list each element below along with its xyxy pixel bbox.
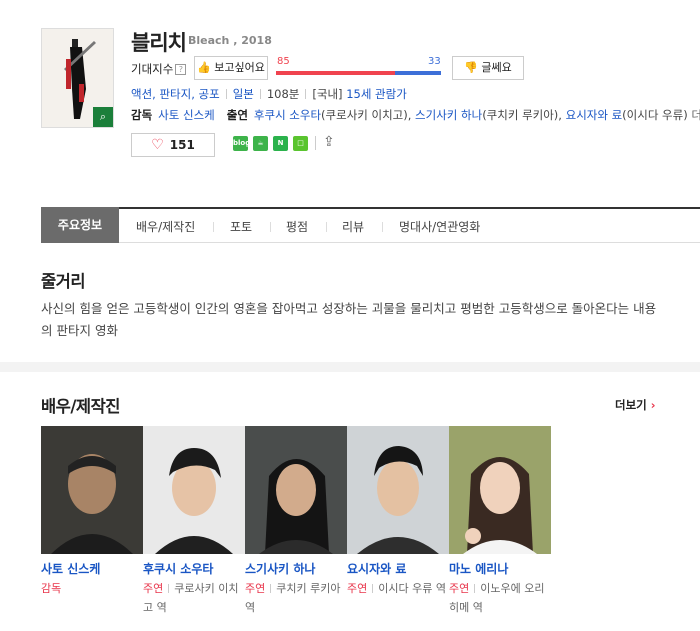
blog-icon[interactable]: blog bbox=[233, 136, 250, 151]
want-bar bbox=[276, 71, 395, 75]
like-button[interactable]: ♡ 151 bbox=[131, 133, 215, 157]
person-role-type: 감독 bbox=[41, 582, 62, 595]
cast-more-link[interactable]: 더보기 › bbox=[615, 397, 656, 413]
movie-title: 블리치 bbox=[131, 31, 187, 55]
want-button[interactable]: 👍 보고싶어요 bbox=[194, 56, 268, 80]
section-divider bbox=[0, 362, 700, 372]
runtime: 108분 bbox=[266, 87, 300, 101]
cast-link-2[interactable]: 스기사키 하나 bbox=[415, 108, 482, 122]
person-role: 이시다 우류 역 bbox=[378, 582, 446, 595]
credits-more-link[interactable]: 더보기 bbox=[691, 108, 700, 122]
cast-link-1[interactable]: 후쿠시 소우타 bbox=[254, 108, 321, 122]
plot-text: 사신의 힘을 얻은 고등학생이 인간의 영혼을 잡아먹고 성장하는 괴물을 물리… bbox=[41, 301, 657, 338]
zoom-icon[interactable]: ⌕ bbox=[93, 107, 113, 127]
cast-more-label: 더보기 bbox=[615, 398, 647, 412]
person-name[interactable]: 마노 에리나 bbox=[449, 560, 551, 577]
person-name[interactable]: 후쿠시 소우타 bbox=[143, 560, 245, 577]
help-icon[interactable]: ? bbox=[175, 64, 187, 75]
director-link[interactable]: 사토 신스케 bbox=[158, 108, 215, 122]
genre-link[interactable]: 액션, 판타지, 공포 bbox=[131, 87, 220, 101]
want-button-label: 보고싶어요 bbox=[214, 61, 265, 74]
divider bbox=[315, 136, 316, 150]
like-count: 151 bbox=[169, 138, 195, 152]
person-name[interactable]: 요시자와 료 bbox=[347, 560, 449, 577]
cast-role-2: (쿠치키 루키아), bbox=[482, 108, 562, 122]
doubt-button-label: 글쎄요 bbox=[481, 61, 512, 74]
tab-photo[interactable]: 포토 bbox=[230, 218, 252, 235]
tab-bar: 주요정보 배우/제작진 포토 평점 리뷰 명대사/연관영화 bbox=[41, 207, 700, 243]
person-photo[interactable] bbox=[449, 426, 551, 554]
cast-card[interactable]: 후쿠시 소우타 주연 쿠로사키 이치고 역 bbox=[143, 426, 245, 617]
tab-review[interactable]: 리뷰 bbox=[342, 218, 364, 235]
want-score: 85 bbox=[277, 56, 290, 67]
person-role-type: 주연 bbox=[347, 582, 368, 595]
share-icon[interactable]: ⇪ bbox=[323, 134, 335, 150]
cast-label: 출연 bbox=[226, 108, 248, 122]
rating-link[interactable]: 15세 관람가 bbox=[346, 87, 407, 101]
expect-label: 기대지수? bbox=[131, 61, 187, 77]
tab-main-info[interactable]: 주요정보 bbox=[41, 207, 119, 243]
movie-poster[interactable]: ⌕ bbox=[41, 28, 114, 128]
doubt-bar bbox=[395, 71, 441, 75]
cast-heading: 배우/제작진 bbox=[41, 397, 120, 416]
tab-cast[interactable]: 배우/제작진 bbox=[136, 218, 195, 235]
cast-card[interactable]: 사토 신스케 감독 bbox=[41, 426, 143, 598]
memo-icon[interactable]: □ bbox=[293, 136, 308, 151]
cast-link-3[interactable]: 요시자와 료 bbox=[566, 108, 623, 122]
movie-subtitle: Bleach , 2018 bbox=[188, 34, 272, 47]
tab-quotes[interactable]: 명대사/연관영화 bbox=[399, 218, 480, 235]
thumbs-down-icon: 👎 bbox=[464, 61, 478, 74]
person-role-type: 주연 bbox=[449, 582, 470, 595]
cast-role-1: (쿠로사키 이치고), bbox=[321, 108, 412, 122]
rating-prefix: [국내] bbox=[312, 87, 343, 101]
person-photo[interactable] bbox=[245, 426, 347, 554]
cast-role-3: (이시다 우류) bbox=[622, 108, 688, 122]
person-role-type: 주연 bbox=[143, 582, 164, 595]
person-photo[interactable] bbox=[143, 426, 245, 554]
doubt-score: 33 bbox=[428, 56, 441, 67]
expect-label-text: 기대지수 bbox=[131, 62, 174, 76]
person-photo[interactable] bbox=[347, 426, 449, 554]
band-icon[interactable]: N bbox=[273, 136, 288, 151]
doubt-button[interactable]: 👎 글쎄요 bbox=[452, 56, 524, 80]
cafe-icon[interactable]: ☕ bbox=[253, 136, 268, 151]
heart-icon: ♡ bbox=[151, 137, 164, 153]
person-name[interactable]: 스기사키 하나 bbox=[245, 560, 347, 577]
person-photo[interactable] bbox=[41, 426, 143, 554]
person-name[interactable]: 사토 신스케 bbox=[41, 560, 143, 577]
cast-card[interactable]: 마노 에리나 주연 이노우에 오리히메 역 bbox=[449, 426, 551, 617]
credits-line: 감독 사토 신스케 출연 후쿠시 소우타(쿠로사키 이치고), 스기사키 하나(쿠치키… bbox=[131, 107, 700, 123]
country-link[interactable]: 일본 bbox=[233, 87, 254, 101]
cast-card[interactable]: 요시자와 료 주연 이시다 우류 역 bbox=[347, 426, 449, 598]
chevron-right-icon: › bbox=[650, 398, 656, 412]
plot-heading: 줄거리 bbox=[41, 272, 86, 291]
thumbs-up-icon: 👍 bbox=[197, 61, 211, 74]
movie-info: 액션, 판타지, 공포 일본 108분 [국내] 15세 관람가 bbox=[131, 86, 407, 102]
person-role-type: 주연 bbox=[245, 582, 266, 595]
cast-card[interactable]: 스기사키 하나 주연 쿠치키 루키아 역 bbox=[245, 426, 347, 617]
tab-rating[interactable]: 평점 bbox=[286, 218, 308, 235]
director-label: 감독 bbox=[131, 108, 153, 122]
